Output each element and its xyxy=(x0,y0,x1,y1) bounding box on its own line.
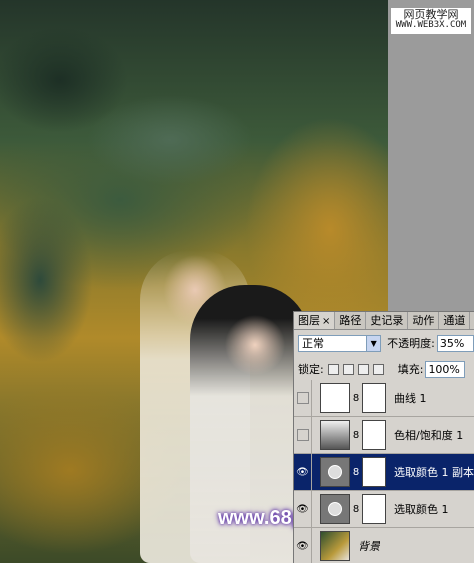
fill-label: 填充: xyxy=(397,363,424,376)
tab-layers-label: 图层 xyxy=(298,314,320,327)
blend-mode-value: 正常 xyxy=(302,337,324,350)
layers-list: 8 曲线 1 8 色相/饱和度 1 👁 8 选取颜色 1 副本 👁 8 选取颜色… xyxy=(294,379,474,563)
layer-name: 选取颜色 1 xyxy=(394,503,449,516)
chevron-down-icon[interactable]: ▼ xyxy=(366,335,381,351)
lock-all-icon[interactable] xyxy=(372,363,384,375)
layer-mask-thumb[interactable] xyxy=(362,420,386,450)
background-thumb xyxy=(320,531,350,561)
opacity-label: 不透明度: xyxy=(387,337,435,350)
eye-icon: 👁 xyxy=(296,466,309,478)
layer-mask-thumb[interactable] xyxy=(362,383,386,413)
hue-saturation-adjustment-icon xyxy=(320,420,350,450)
layer-mask-thumb[interactable] xyxy=(362,494,386,524)
layer-background[interactable]: 👁 背景 xyxy=(294,527,474,563)
tab-actions[interactable]: 动作 xyxy=(408,312,440,329)
layer-mask-thumb[interactable] xyxy=(362,457,386,487)
link-icon: 8 xyxy=(352,429,360,441)
layer-name: 背景 xyxy=(358,540,380,553)
fill-input[interactable]: 100% xyxy=(425,360,466,378)
tab-channels[interactable]: 通道 xyxy=(439,312,471,329)
close-icon[interactable]: × xyxy=(322,316,330,327)
layer-selective-color-1-copy[interactable]: 👁 8 选取颜色 1 副本 xyxy=(294,453,474,491)
tab-paths[interactable]: 路径 xyxy=(335,312,367,329)
eye-icon: 👁 xyxy=(296,503,309,515)
panel-tabs: 图层 × 路径 史记录 动作 通道 xyxy=(294,312,474,330)
tab-layers[interactable]: 图层 × xyxy=(294,312,336,329)
layer-name: 色相/饱和度 1 xyxy=(394,429,464,442)
watermark-logo: 网页教学网 WWW.WEB3X.COM xyxy=(391,8,471,34)
layer-curves-1[interactable]: 8 曲线 1 xyxy=(294,379,474,417)
opacity-input[interactable]: 35% xyxy=(436,334,474,352)
link-icon: 8 xyxy=(352,392,360,404)
watermark-line2: WWW.WEB3X.COM xyxy=(395,20,467,30)
selective-color-adjustment-icon xyxy=(320,494,350,524)
lock-transparent-icon[interactable] xyxy=(327,363,339,375)
tab-history[interactable]: 史记录 xyxy=(366,312,409,329)
visibility-toggle[interactable]: 👁 xyxy=(294,453,312,491)
link-icon: 8 xyxy=(352,466,360,478)
lock-brush-icon[interactable] xyxy=(342,363,354,375)
hidden-eye-icon xyxy=(296,392,309,404)
lock-move-icon[interactable] xyxy=(357,363,369,375)
selective-color-adjustment-icon xyxy=(320,457,350,487)
visibility-toggle[interactable] xyxy=(294,379,312,417)
lock-label: 锁定: xyxy=(298,363,324,376)
visibility-toggle[interactable]: 👁 xyxy=(294,490,312,528)
layers-panel: 图层 × 路径 史记录 动作 通道 正常 ▼ 不透明度: 35% 锁定: 填充: … xyxy=(293,311,474,563)
watermark-line1: 网页教学网 xyxy=(403,8,459,21)
link-icon: 8 xyxy=(352,503,360,515)
visibility-toggle[interactable]: 👁 xyxy=(294,527,312,563)
blend-mode-select[interactable]: 正常 ▼ xyxy=(298,334,382,352)
lock-row: 锁定: 填充: 100% xyxy=(298,360,474,378)
hidden-eye-icon xyxy=(296,429,309,441)
blend-row: 正常 ▼ 不透明度: 35% xyxy=(298,334,474,352)
curves-adjustment-icon xyxy=(320,383,350,413)
visibility-toggle[interactable] xyxy=(294,416,312,454)
layer-hue-saturation-1[interactable]: 8 色相/饱和度 1 xyxy=(294,416,474,454)
eye-icon: 👁 xyxy=(296,540,309,552)
layer-name: 曲线 1 xyxy=(394,392,427,405)
layer-name: 选取颜色 1 副本 xyxy=(394,466,474,479)
layer-selective-color-1[interactable]: 👁 8 选取颜色 1 xyxy=(294,490,474,528)
